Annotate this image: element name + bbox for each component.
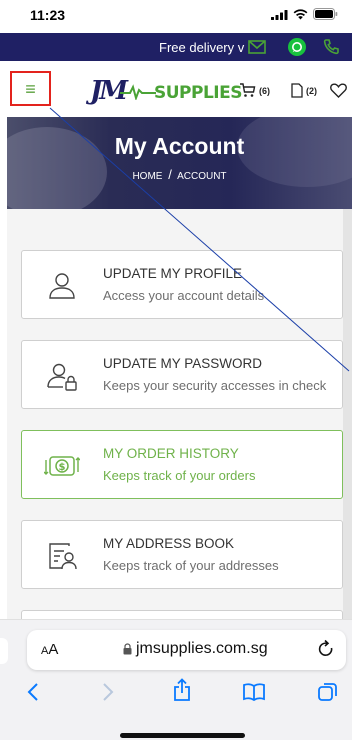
ios-status-bar: 11:23 bbox=[0, 0, 352, 33]
page-scroll-edge bbox=[343, 209, 352, 619]
whatsapp-icon[interactable] bbox=[288, 38, 306, 56]
card-subtitle: Keeps track of your orders bbox=[103, 468, 256, 483]
breadcrumb: HOME / ACCOUNT bbox=[7, 167, 352, 182]
safari-toolbar: AA jmsupplies.com.sg bbox=[0, 619, 352, 740]
page-title: My Account bbox=[114, 133, 245, 159]
page-settings-button[interactable]: AA bbox=[41, 641, 58, 658]
order-history-card[interactable]: $ MY ORDER HISTORY Keeps track of your o… bbox=[21, 430, 343, 499]
site-header: ≡ JM SUPPLIES (6) (2) bbox=[0, 61, 352, 117]
card-subtitle: Keeps track of your addresses bbox=[103, 558, 279, 573]
reload-icon[interactable] bbox=[317, 639, 335, 659]
heartbeat-line-icon bbox=[120, 84, 156, 100]
promo-bar: Free delivery v bbox=[0, 33, 352, 61]
update-password-card[interactable]: UPDATE MY PASSWORD Keeps your security a… bbox=[21, 340, 343, 409]
share-icon[interactable] bbox=[172, 678, 192, 702]
cart-button[interactable]: (6) bbox=[239, 83, 270, 98]
quote-count: (2) bbox=[306, 85, 317, 96]
user-icon bbox=[49, 273, 75, 299]
lock-icon bbox=[123, 643, 132, 655]
status-time: 11:23 bbox=[30, 7, 66, 23]
phone-icon[interactable] bbox=[323, 38, 340, 55]
address-card-icon bbox=[49, 543, 77, 570]
address-book-card[interactable]: MY ADDRESS BOOK Keeps track of your addr… bbox=[21, 520, 343, 589]
previous-tab-peek[interactable] bbox=[0, 638, 8, 664]
jm-supplies-logo[interactable]: JM SUPPLIES bbox=[90, 74, 242, 108]
card-subtitle: Access your account details bbox=[103, 288, 265, 303]
document-icon bbox=[291, 83, 303, 98]
tabs-icon[interactable] bbox=[317, 681, 339, 703]
signal-icon bbox=[271, 9, 288, 20]
svg-text:$: $ bbox=[59, 462, 66, 473]
mail-icon[interactable] bbox=[248, 40, 266, 54]
forward-icon[interactable] bbox=[101, 682, 115, 702]
cart-icon bbox=[240, 83, 256, 97]
wifi-icon bbox=[293, 8, 308, 19]
status-icons bbox=[271, 8, 338, 20]
url-text[interactable]: jmsupplies.com.sg bbox=[123, 640, 268, 658]
cart-count: (6) bbox=[259, 85, 270, 96]
breadcrumb-home[interactable]: HOME bbox=[132, 171, 162, 182]
hamburger-menu-button[interactable]: ≡ bbox=[10, 71, 51, 106]
promo-text: Free delivery v bbox=[159, 40, 245, 55]
money-cycle-icon: $ bbox=[44, 456, 80, 476]
quote-list-button[interactable]: (2) bbox=[291, 83, 317, 98]
user-lock-icon bbox=[47, 363, 77, 391]
card-subtitle: Keeps your security accesses in check bbox=[103, 378, 327, 393]
back-icon[interactable] bbox=[26, 682, 40, 702]
bookmarks-icon[interactable] bbox=[242, 683, 266, 701]
hero-banner: My Account HOME / ACCOUNT bbox=[7, 117, 352, 209]
hamburger-icon: ≡ bbox=[25, 78, 36, 99]
breadcrumb-current: ACCOUNT bbox=[177, 171, 227, 182]
card-title: UPDATE MY PASSWORD bbox=[103, 356, 263, 371]
update-profile-card[interactable]: UPDATE MY PROFILE Access your account de… bbox=[21, 250, 343, 319]
url-value: jmsupplies.com.sg bbox=[136, 640, 268, 657]
breadcrumb-separator: / bbox=[168, 167, 172, 182]
home-indicator bbox=[120, 733, 245, 738]
battery-icon bbox=[313, 8, 338, 20]
card-title: MY ADDRESS BOOK bbox=[103, 536, 235, 551]
card-title: UPDATE MY PROFILE bbox=[103, 266, 243, 281]
address-bar[interactable]: AA jmsupplies.com.sg bbox=[27, 630, 346, 670]
logo-text: SUPPLIES bbox=[154, 83, 242, 103]
card-title: MY ORDER HISTORY bbox=[103, 446, 239, 461]
wishlist-heart-icon[interactable] bbox=[330, 83, 347, 98]
